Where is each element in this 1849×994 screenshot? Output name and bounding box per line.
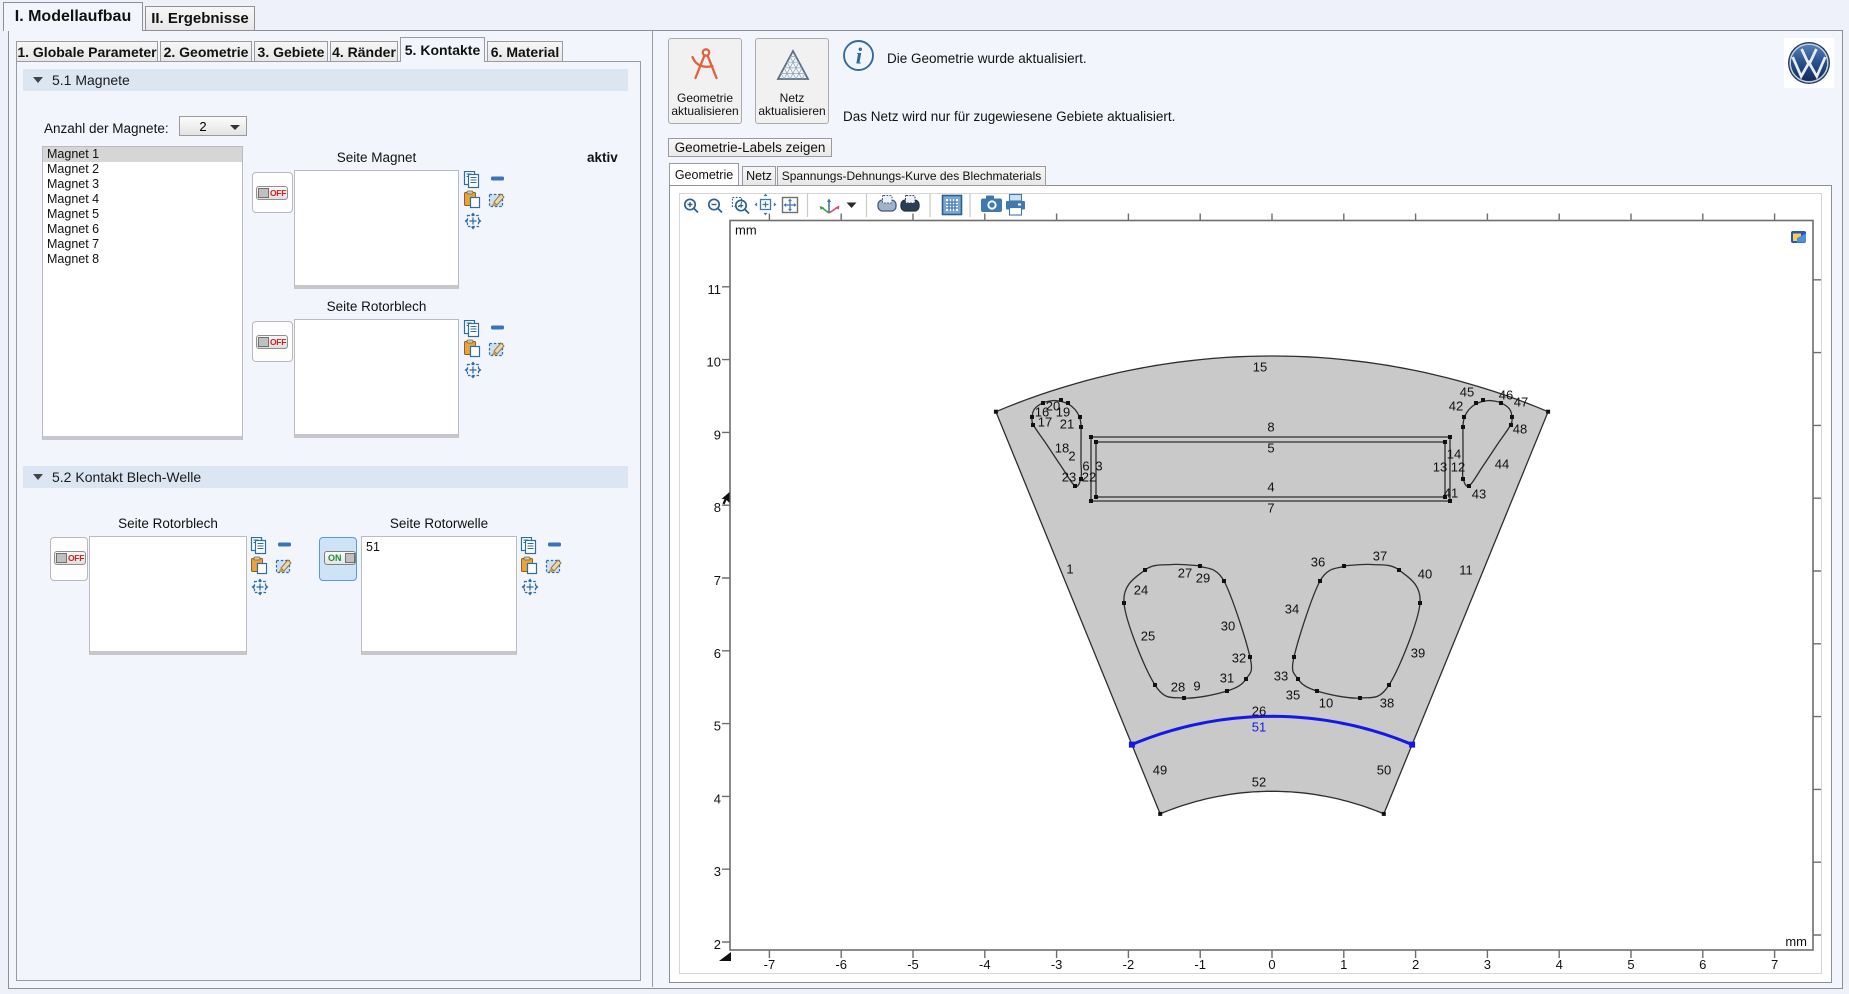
svg-text:48: 48 — [1513, 422, 1527, 437]
svg-text:9: 9 — [1193, 679, 1200, 694]
svg-text:26: 26 — [1252, 704, 1266, 719]
svg-text:mm: mm — [735, 223, 757, 238]
svg-text:50: 50 — [1377, 763, 1391, 778]
svg-text:21: 21 — [1060, 417, 1074, 432]
svg-text:8: 8 — [1267, 420, 1274, 435]
svg-text:29: 29 — [1196, 571, 1210, 586]
svg-text:43: 43 — [1472, 487, 1486, 502]
svg-text:-5: -5 — [907, 957, 919, 972]
svg-text:49: 49 — [1153, 763, 1167, 778]
svg-text:3: 3 — [1095, 459, 1102, 474]
svg-text:30: 30 — [1221, 619, 1235, 634]
svg-text:4: 4 — [1267, 480, 1274, 495]
svg-text:23: 23 — [1062, 470, 1076, 485]
svg-text:22: 22 — [1082, 470, 1096, 485]
svg-text:46: 46 — [1499, 388, 1513, 403]
svg-text:3: 3 — [1484, 957, 1491, 972]
svg-text:40: 40 — [1418, 567, 1432, 582]
svg-text:32: 32 — [1232, 651, 1246, 666]
svg-text:-2: -2 — [1123, 957, 1135, 972]
svg-text:5: 5 — [714, 719, 721, 734]
svg-text:35: 35 — [1286, 688, 1300, 703]
svg-text:15: 15 — [1253, 360, 1267, 375]
svg-text:11: 11 — [708, 282, 722, 297]
svg-text:18: 18 — [1055, 441, 1069, 456]
svg-text:34: 34 — [1285, 602, 1299, 617]
svg-text:45: 45 — [1460, 385, 1474, 400]
svg-text:2: 2 — [714, 937, 721, 952]
svg-text:mm: mm — [1785, 934, 1807, 949]
svg-text:47: 47 — [1514, 395, 1528, 410]
svg-text:10: 10 — [1319, 696, 1333, 711]
svg-text:33: 33 — [1274, 669, 1288, 684]
svg-text:12: 12 — [1451, 460, 1465, 475]
svg-text:6: 6 — [714, 646, 721, 661]
svg-text:27: 27 — [1178, 566, 1192, 581]
svg-text:-4: -4 — [979, 957, 991, 972]
svg-text:4: 4 — [1556, 957, 1563, 972]
svg-text:7: 7 — [714, 573, 721, 588]
svg-text:4: 4 — [714, 791, 721, 806]
svg-text:41: 41 — [1444, 486, 1458, 501]
svg-text:51: 51 — [1252, 720, 1266, 735]
svg-text:9: 9 — [714, 427, 721, 442]
svg-text:11: 11 — [1459, 563, 1473, 578]
svg-text:2: 2 — [1412, 957, 1419, 972]
svg-text:13: 13 — [1433, 460, 1447, 475]
svg-text:2: 2 — [1068, 449, 1075, 464]
svg-text:31: 31 — [1220, 671, 1234, 686]
svg-text:-1: -1 — [1194, 957, 1206, 972]
svg-text:42: 42 — [1449, 399, 1463, 414]
svg-text:i: i — [856, 44, 863, 69]
svg-text:0: 0 — [1268, 957, 1275, 972]
svg-text:25: 25 — [1141, 629, 1155, 644]
svg-text:5: 5 — [1267, 441, 1274, 456]
svg-text:5: 5 — [1627, 957, 1634, 972]
svg-text:-7: -7 — [764, 957, 776, 972]
svg-text:44: 44 — [1495, 457, 1509, 472]
svg-text:7: 7 — [1771, 957, 1778, 972]
svg-text:1: 1 — [1066, 562, 1073, 577]
svg-text:38: 38 — [1380, 696, 1394, 711]
svg-text:17: 17 — [1038, 415, 1052, 430]
svg-text:39: 39 — [1411, 646, 1425, 661]
svg-text:24: 24 — [1134, 583, 1148, 598]
svg-text:7: 7 — [1267, 501, 1274, 516]
svg-text:28: 28 — [1171, 680, 1185, 695]
svg-text:6: 6 — [1699, 957, 1706, 972]
svg-text:3: 3 — [714, 864, 721, 879]
svg-text:52: 52 — [1252, 775, 1266, 790]
svg-text:1: 1 — [1340, 957, 1347, 972]
svg-text:8: 8 — [714, 500, 721, 515]
svg-text:10: 10 — [707, 355, 721, 370]
svg-text:-6: -6 — [835, 957, 847, 972]
svg-text:36: 36 — [1311, 555, 1325, 570]
svg-text:37: 37 — [1373, 549, 1387, 564]
svg-text:-3: -3 — [1051, 957, 1063, 972]
